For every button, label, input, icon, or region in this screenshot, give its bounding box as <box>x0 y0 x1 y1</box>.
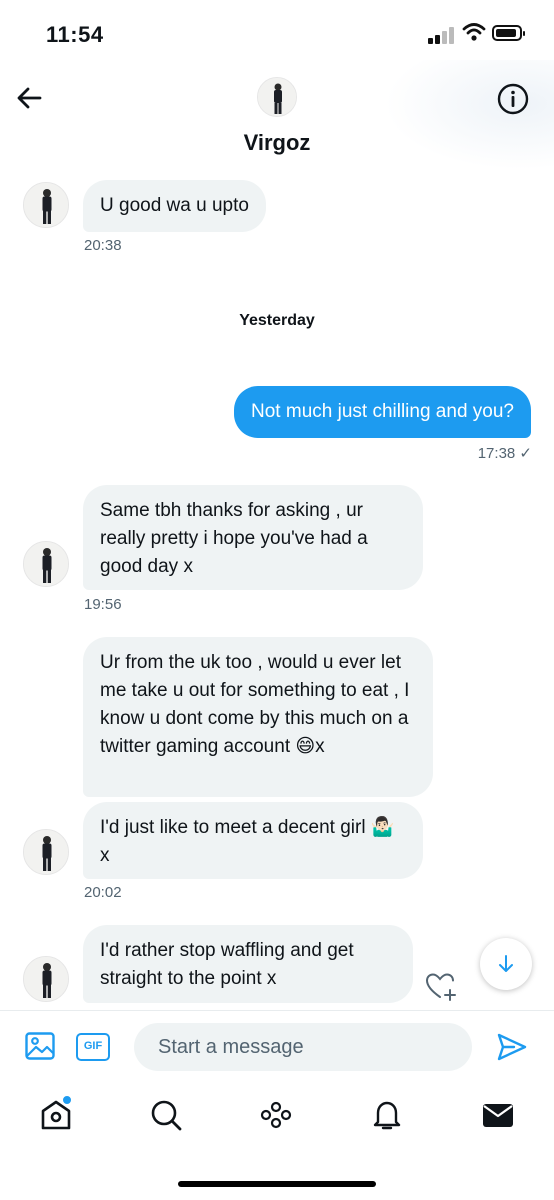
bell-icon[interactable] <box>369 1097 405 1133</box>
composer-divider <box>0 1010 554 1011</box>
message-bubble[interactable]: U good wa u upto <box>83 180 266 232</box>
sender-avatar[interactable] <box>23 829 69 875</box>
scroll-to-bottom-button[interactable] <box>480 938 532 990</box>
header-avatar[interactable] <box>257 77 297 117</box>
message-timestamp: 20:38 <box>84 237 122 254</box>
image-icon[interactable] <box>24 1030 56 1062</box>
message-bubble[interactable]: Same tbh thanks for asking , ur really p… <box>83 485 423 590</box>
back-arrow-icon[interactable] <box>14 82 46 114</box>
heart-plus-icon[interactable] <box>424 970 458 1002</box>
message-bubble[interactable]: Ur from the uk too , would u ever let me… <box>83 637 433 797</box>
message-input[interactable] <box>134 1023 472 1071</box>
day-divider: Yesterday <box>239 312 315 329</box>
wifi-icon <box>462 23 486 41</box>
home-indicator <box>178 1181 376 1187</box>
battery-icon <box>492 25 525 41</box>
message-bubble[interactable]: I'd rather stop waffling and get straigh… <box>83 925 413 1003</box>
notification-dot <box>61 1094 73 1106</box>
sender-avatar[interactable] <box>23 541 69 587</box>
info-icon[interactable] <box>496 82 530 116</box>
message-bubble[interactable]: Not much just chilling and you? <box>234 386 531 438</box>
conversation-title[interactable]: Virgoz <box>0 130 554 156</box>
search-icon[interactable] <box>148 1097 184 1133</box>
spaces-icon[interactable] <box>258 1097 294 1133</box>
message-timestamp: 20:02 <box>84 884 122 901</box>
message-timestamp: 17:38 ✓ <box>477 445 532 462</box>
arrow-down-icon <box>499 955 513 972</box>
mail-icon[interactable] <box>480 1097 516 1133</box>
status-time: 11:54 <box>46 22 104 47</box>
sender-avatar[interactable] <box>23 182 69 228</box>
send-icon[interactable] <box>496 1032 528 1062</box>
message-bubble[interactable]: I'd just like to meet a decent girl 🤷🏻‍♂… <box>83 802 423 879</box>
sender-avatar[interactable] <box>23 956 69 1002</box>
message-timestamp: 19:56 <box>84 596 122 613</box>
signal-icon <box>428 24 458 44</box>
gif-icon[interactable]: GIF <box>76 1033 110 1061</box>
